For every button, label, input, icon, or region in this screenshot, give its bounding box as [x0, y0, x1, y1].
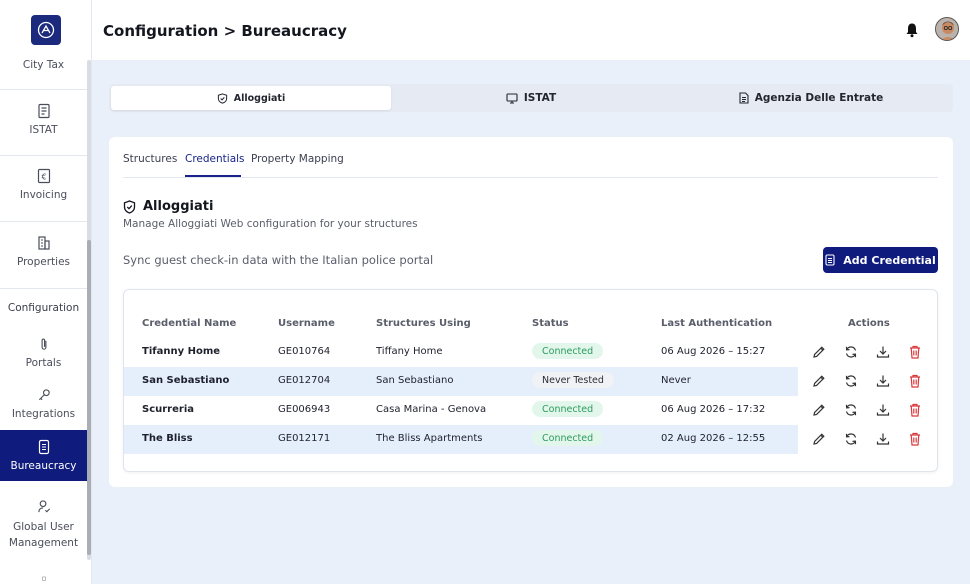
- edit-icon[interactable]: [811, 431, 827, 447]
- page-title: Configuration > Bureaucracy: [103, 22, 347, 40]
- sidebar-item-label: Bureaucracy: [10, 460, 77, 472]
- column-header: Credential Name: [142, 318, 237, 329]
- paperclip-icon: [41, 338, 46, 350]
- column-header: Actions: [848, 318, 890, 329]
- monitor-icon: [506, 92, 518, 104]
- sidebar-item-bureaucracy[interactable]: Bureaucracy: [0, 430, 87, 481]
- shield-icon: [217, 92, 227, 104]
- sidebar-item-label: Invoicing: [19, 189, 68, 201]
- download-icon[interactable]: [875, 373, 891, 389]
- svg-text:€: €: [41, 173, 46, 182]
- download-icon[interactable]: [875, 344, 891, 360]
- app-logo[interactable]: [31, 15, 61, 45]
- sidebar-item-properties[interactable]: Properties: [0, 235, 87, 280]
- sidebar-item-label: Properties: [16, 256, 71, 268]
- id-card-icon: [38, 439, 49, 455]
- logo-icon: [37, 21, 55, 39]
- column-header: Username: [278, 318, 335, 329]
- credentials-table: Credential Name Username Structures Usin…: [123, 289, 938, 472]
- column-header: Structures Using: [376, 318, 471, 329]
- divider: [0, 89, 87, 90]
- tab-agenzia-delle-entrate[interactable]: Agenzia Delle Entrate: [671, 86, 951, 110]
- section-title: Alloggiati: [123, 199, 213, 214]
- add-credential-button[interactable]: Add Credential: [823, 247, 938, 273]
- trash-icon[interactable]: [907, 344, 923, 360]
- tab-structures[interactable]: Structures: [123, 153, 177, 165]
- sync-description: Sync guest check-in data with the Italia…: [123, 253, 434, 267]
- divider: [0, 288, 87, 289]
- row-actions: [124, 338, 939, 367]
- refresh-icon[interactable]: [843, 344, 859, 360]
- sidebar-item-more[interactable]: [0, 576, 87, 584]
- building-icon: [37, 236, 50, 250]
- row-actions: [124, 396, 939, 425]
- column-header: Status: [532, 318, 569, 329]
- top-header: Configuration > Bureaucracy: [92, 0, 970, 60]
- tab-label: Agenzia Delle Entrate: [754, 92, 884, 104]
- sidebar-item-invoicing[interactable]: € Invoicing: [0, 168, 87, 213]
- row-actions: [124, 425, 939, 454]
- tab-property-mapping[interactable]: Property Mapping: [251, 153, 344, 165]
- sidebar-item-city-tax[interactable]: City Tax: [0, 59, 87, 79]
- tab-credentials[interactable]: Credentials: [185, 153, 245, 165]
- sidebar-scrollbar-thumb[interactable]: [87, 240, 91, 555]
- divider: [0, 155, 87, 156]
- section-title-text: Alloggiati: [143, 199, 214, 214]
- trash-icon[interactable]: [907, 402, 923, 418]
- column-header: Last Authentication: [661, 318, 773, 329]
- credentials-card: Structures Credentials Property Mapping …: [109, 137, 953, 487]
- trash-icon[interactable]: [907, 431, 923, 447]
- sidebar-section-label: Configuration: [7, 302, 80, 314]
- download-icon[interactable]: [875, 431, 891, 447]
- sidebar-item-label: City Tax: [22, 59, 65, 71]
- refresh-icon[interactable]: [843, 431, 859, 447]
- id-card-icon: [825, 254, 835, 266]
- document-icon: [37, 103, 50, 119]
- sidebar-item-label: Integrations: [11, 408, 76, 420]
- section-description: Manage Alloggiati Web configuration for …: [123, 218, 418, 230]
- tab-label: ISTAT: [523, 92, 557, 104]
- add-credential-label: Add Credential: [843, 253, 936, 267]
- sidebar-item-label: Global User Management: [8, 521, 79, 549]
- sidebar-item-label: Portals: [25, 357, 62, 369]
- euro-receipt-icon: €: [37, 168, 50, 184]
- edit-icon[interactable]: [811, 402, 827, 418]
- sidebar-item-label: ISTAT: [29, 124, 58, 136]
- tab-istat[interactable]: ISTAT: [391, 86, 671, 110]
- sub-tabs: Structures Credentials Property Mapping: [123, 137, 938, 178]
- key-icon: [38, 389, 50, 401]
- sidebar-item-integrations[interactable]: Integrations: [0, 388, 87, 420]
- refresh-icon[interactable]: [843, 373, 859, 389]
- refresh-icon[interactable]: [843, 402, 859, 418]
- sidebar-item-global-user-management[interactable]: Global User Management: [0, 499, 87, 551]
- tab-alloggiati[interactable]: Alloggiati: [111, 86, 391, 110]
- sidebar: City Tax ISTAT € Invoicing Properties Co…: [0, 0, 92, 584]
- document-icon: [739, 92, 749, 104]
- avatar[interactable]: [935, 17, 959, 41]
- user-check-icon: [37, 500, 50, 513]
- calendar-icon: [41, 576, 46, 581]
- active-tab-indicator: [185, 175, 241, 177]
- bell-icon[interactable]: [904, 22, 920, 38]
- edit-icon[interactable]: [811, 373, 827, 389]
- shield-check-icon: [123, 199, 136, 214]
- trash-icon[interactable]: [907, 373, 923, 389]
- row-actions: [124, 367, 939, 396]
- bureaucracy-tabs: Alloggiati ISTAT Agenzia Delle Entrate: [109, 84, 953, 112]
- download-icon[interactable]: [875, 402, 891, 418]
- tab-label: Alloggiati: [233, 92, 286, 104]
- divider: [0, 221, 87, 222]
- sidebar-item-portals[interactable]: Portals: [0, 337, 87, 369]
- sidebar-item-istat[interactable]: ISTAT: [0, 103, 87, 148]
- edit-icon[interactable]: [811, 344, 827, 360]
